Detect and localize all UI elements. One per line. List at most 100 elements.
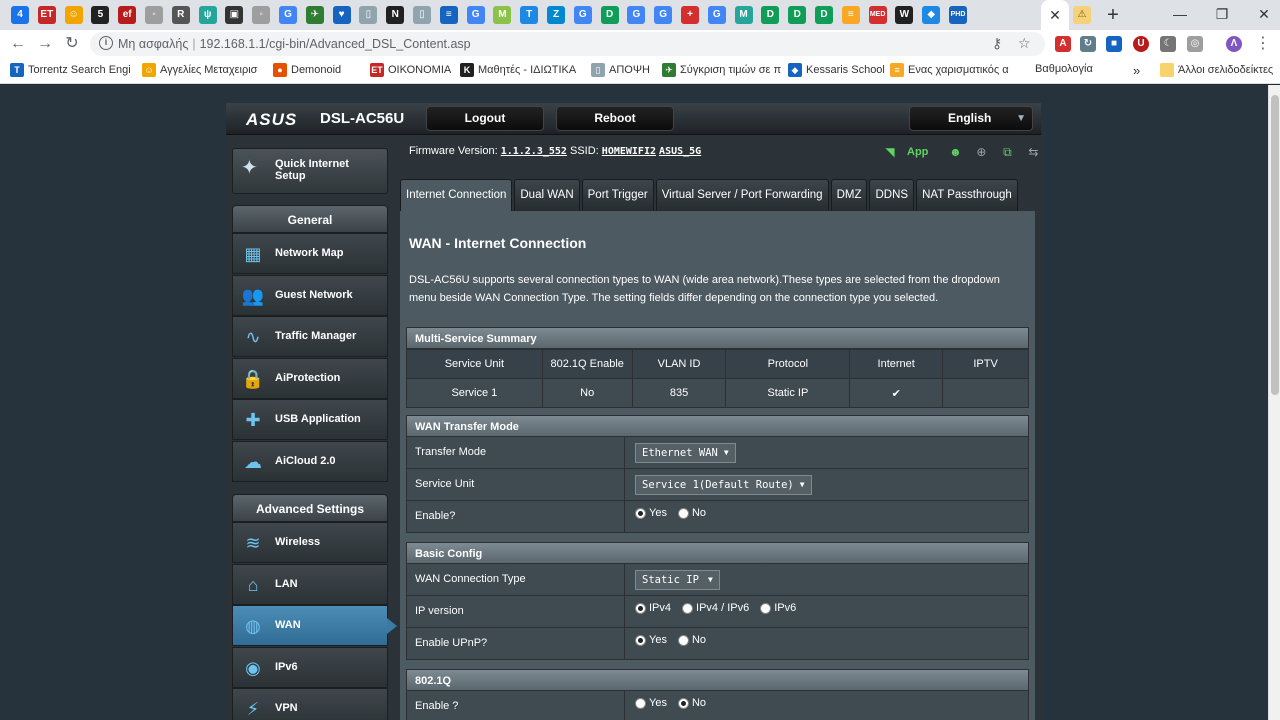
upnp-yes-radio[interactable] (635, 634, 646, 646)
ipv4-ipv6-radio[interactable] (682, 602, 694, 614)
browser-tab-favicon[interactable]: ef (118, 6, 137, 24)
bookmark-item[interactable]: ▯ ΑΠΟΨΗ (591, 63, 650, 77)
tab-port-trigger[interactable]: Port Trigger (581, 179, 654, 211)
bookmark-star-icon[interactable]: ☆ (1018, 35, 1031, 52)
tab-ddns[interactable]: DDNS (869, 179, 915, 211)
ipv4-radio[interactable] (635, 602, 646, 614)
extension-icon[interactable]: A (1055, 36, 1071, 52)
browser-tab-favicon[interactable]: M (734, 6, 753, 24)
ipv6-radio[interactable] (760, 602, 772, 614)
browser-tab-favicon[interactable]: D (761, 6, 780, 24)
browser-tab-favicon[interactable]: G (627, 6, 646, 24)
browser-tab-favicon[interactable]: M (493, 6, 512, 24)
browser-tab-favicon[interactable]: + (681, 6, 699, 24)
extension-icon[interactable]: ↻ (1080, 36, 1096, 52)
browser-tab-favicon[interactable]: D (788, 6, 807, 24)
browser-tab-favicon[interactable]: W (895, 6, 914, 24)
browser-tab-favicon[interactable]: ≡ (841, 6, 860, 24)
tab-dmz[interactable]: DMZ (830, 179, 868, 211)
ssid-link-2g[interactable]: HOMEWIFI2 (602, 146, 656, 157)
app-label[interactable]: App (907, 146, 928, 158)
extension-icon[interactable]: Λ (1226, 36, 1242, 52)
browser-tab-favicon[interactable]: G (573, 6, 592, 24)
bookmark-item[interactable]: ◆ Kessaris School (788, 63, 885, 77)
bookmark-item[interactable]: ≡ Ενας χαρισματικός α (890, 63, 1009, 77)
tab-nat-passthrough[interactable]: NAT Passthrough (916, 179, 1018, 211)
key-icon[interactable]: ⚷ (992, 35, 1002, 52)
forward-button[interactable]: → (34, 33, 56, 55)
bookmark-item[interactable]: ET ΟΙΚΟΝΟΜΙΑ (370, 63, 451, 77)
wan-connection-type-select[interactable]: Static IP ▼ (635, 570, 720, 590)
browser-tab-favicon[interactable]: Z (547, 6, 565, 24)
tab-internet-connection[interactable]: Internet Connection (400, 179, 513, 211)
device-icon[interactable]: ⧉ (998, 144, 1016, 160)
sidebar-item-wireless[interactable]: ≋ Wireless (232, 522, 388, 563)
browser-tab-favicon[interactable]: ◆ (922, 6, 941, 24)
sidebar-item-traffic-manager[interactable]: ∿ Traffic Manager (232, 316, 388, 357)
browser-tab-favicon[interactable]: MED (868, 6, 887, 24)
maximize-button[interactable]: ❐ (1209, 2, 1235, 26)
sidebar-item-aicloud-2-0[interactable]: ☁ AiCloud 2.0 (232, 440, 388, 482)
browser-menu-icon[interactable]: ⋮ (1252, 33, 1274, 55)
upnp-no-radio[interactable] (677, 634, 689, 646)
quick-internet-setup-button[interactable]: ✦ Quick Internet Setup (232, 148, 388, 194)
sidebar-item-ipv6[interactable]: ◉ IPv6 (232, 646, 388, 688)
globe-icon[interactable]: ⊕ (972, 144, 990, 160)
bookmark-item[interactable]: ● Demonoid (273, 63, 341, 77)
tab-dual-wan[interactable]: Dual WAN (514, 179, 580, 211)
browser-tab-favicon[interactable]: ≡ (439, 6, 458, 24)
extension-icon[interactable]: U (1133, 36, 1149, 52)
page-scrollbar[interactable] (1268, 85, 1280, 720)
browser-tab-favicon[interactable]: PHD (949, 6, 967, 24)
user-icon[interactable]: ☻ (946, 144, 964, 160)
bookmark-item[interactable]: ✈ Σύγκριση τιμών σε π (662, 63, 781, 77)
extra-tab-icon[interactable]: ⚠ (1073, 6, 1091, 24)
browser-tab-favicon[interactable]: ▯ (359, 6, 378, 24)
bookmark-item[interactable]: ☺ Αγγελίες Μεταχειρισ (142, 63, 257, 77)
browser-tab-favicon[interactable]: G (707, 6, 726, 24)
browser-tab-favicon[interactable]: T (520, 6, 539, 24)
tab-virtual-server-port-forwarding[interactable]: Virtual Server / Port Forwarding (655, 179, 829, 211)
browser-tab-favicon[interactable]: ◦ (145, 6, 163, 24)
new-tab-button[interactable]: + (1103, 3, 1123, 27)
extension-icon[interactable]: ☾ (1160, 36, 1176, 52)
browser-tab-favicon[interactable]: D (815, 6, 833, 24)
browser-tab-favicon[interactable]: ♥ (332, 6, 351, 24)
firmware-version-link[interactable]: 1.1.2.3_552 (501, 146, 567, 157)
sidebar-item-aiprotection[interactable]: 🔒 AiProtection (232, 357, 388, 399)
wifi-icon[interactable]: ◥ (881, 144, 899, 160)
logout-button[interactable]: Logout (426, 106, 544, 131)
info-icon[interactable]: i (99, 36, 113, 50)
sidebar-item-vpn[interactable]: ⚡ VPN (232, 688, 388, 720)
address-bar[interactable]: i Μη ασφαλής | 192.168.1.1/cgi-bin/Advance… (90, 32, 1045, 56)
url-text[interactable]: 192.168.1.1/cgi-bin/Advanced_DSL_Content… (200, 37, 471, 51)
sidebar-item-wan[interactable]: ◍ WAN (232, 605, 397, 646)
browser-tab-favicon[interactable]: ψ (198, 6, 217, 24)
browser-tab-favicon[interactable]: 4 (11, 6, 29, 24)
transfer-enable-no-radio[interactable] (677, 507, 689, 519)
sidebar-item-lan[interactable]: ⌂ LAN (232, 563, 388, 605)
browser-tab-favicon[interactable]: ▯ (413, 6, 431, 24)
sidebar-item-network-map[interactable]: ▦ Network Map (232, 233, 388, 274)
sidebar-item-guest-network[interactable]: 👥 Guest Network (232, 274, 388, 316)
minimize-button[interactable]: — (1167, 2, 1193, 26)
scrollbar-thumb[interactable] (1271, 95, 1279, 395)
ssid-link-5g[interactable]: ASUS_5G (659, 146, 701, 157)
browser-tab-favicon[interactable]: ✈ (305, 6, 324, 24)
extension-icon[interactable]: ■ (1106, 36, 1122, 52)
browser-tab-favicon[interactable]: N (386, 6, 405, 24)
window-close-button[interactable]: ✕ (1251, 2, 1277, 26)
sidebar-item-usb-application[interactable]: ✚ USB Application (232, 399, 388, 440)
browser-tab-favicon[interactable]: G (466, 6, 485, 24)
browser-tab-favicon[interactable]: ET (37, 6, 56, 24)
browser-tab-favicon[interactable]: ☺ (64, 6, 83, 24)
reboot-button[interactable]: Reboot (556, 106, 674, 131)
browser-tab-favicon[interactable]: R (171, 6, 190, 24)
browser-tab-favicon[interactable]: G (654, 6, 673, 24)
reload-button[interactable]: ↻ (61, 33, 83, 55)
browser-tab-favicon[interactable]: D (600, 6, 619, 24)
browser-tab-favicon[interactable]: ◦ (252, 6, 271, 24)
service-unit-select[interactable]: Service 1(Default Route) ▼ (635, 475, 812, 495)
browser-tab-favicon[interactable]: ▣ (225, 6, 244, 24)
transfer-mode-select[interactable]: Ethernet WAN ▼ (635, 443, 736, 463)
